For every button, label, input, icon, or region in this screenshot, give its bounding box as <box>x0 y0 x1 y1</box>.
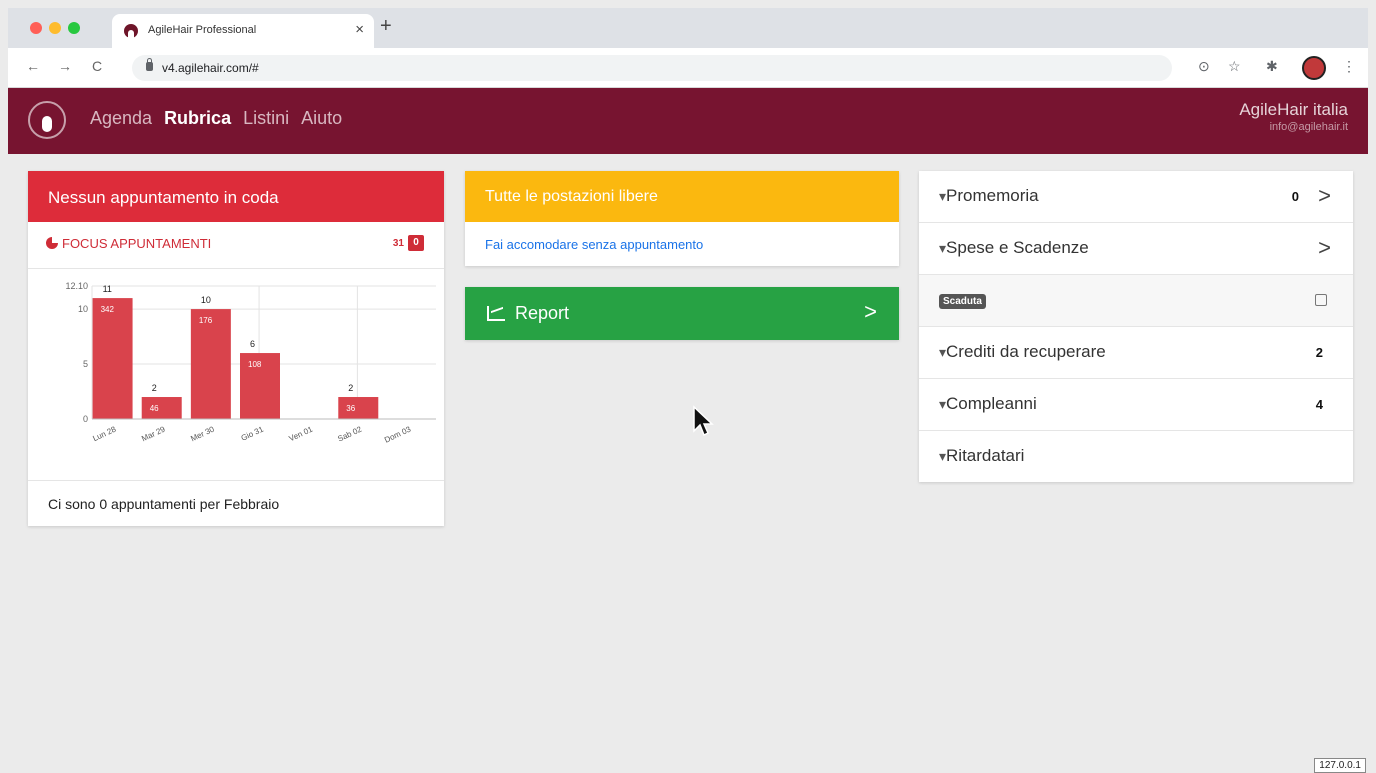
new-tab-button[interactable]: + <box>380 15 392 38</box>
reload-icon[interactable]: C <box>92 58 102 74</box>
focus-row[interactable]: FOCUS APPUNTAMENTI 31 0 <box>46 235 424 255</box>
maximize-window-button[interactable] <box>68 22 80 34</box>
bookmark-star-icon[interactable]: ☆ <box>1228 58 1241 75</box>
address-bar-row: ← → C v4.agilehair.com/# ⊙ ☆ ✱ ⋮ <box>8 48 1368 88</box>
browser-menu-icon[interactable]: ⋮ <box>1342 58 1356 75</box>
brand-email: info@agilehair.it <box>1269 121 1348 133</box>
chart-bar <box>338 397 379 419</box>
back-arrow-icon[interactable]: ← <box>26 58 40 74</box>
row-count: 2 <box>1315 345 1323 360</box>
x-tick-label: Gio 31 <box>240 424 266 442</box>
x-tick-label: Mer 30 <box>189 424 216 443</box>
chevron-right-icon: > <box>864 299 877 324</box>
bar-inner-label: 36 <box>346 404 355 413</box>
window-controls <box>30 22 80 34</box>
extensions-icon[interactable]: ✱ <box>1266 58 1278 75</box>
y-tick-label: 10 <box>78 304 88 314</box>
row-label: Compleanni <box>939 394 1037 414</box>
close-window-button[interactable] <box>30 22 42 34</box>
appointments-bar-chart: 0 5 10 12.10 342 11 Lun 28 46 2 Mar 29 176 10 Mer 30… <box>65 281 436 445</box>
expired-badge: Scaduta <box>939 294 986 309</box>
nav-rubrica[interactable]: Rubrica <box>164 108 231 129</box>
stations-card: Tutte le postazioni libere Fai accomodar… <box>465 171 899 266</box>
focus-label: FOCUS APPUNTAMENTI <box>62 236 212 251</box>
bar-inner-label: 342 <box>101 305 115 314</box>
row-label: Spese e Scadenze <box>939 238 1089 258</box>
brand-name: AgileHair italia <box>1239 100 1348 119</box>
bar-inner-label: 176 <box>199 316 213 325</box>
app-header: Agenda Rubrica Listini Aiuto AgileHair i… <box>8 88 1368 154</box>
main-nav: Agenda Rubrica Listini Aiuto <box>90 108 342 129</box>
chart-bar <box>190 309 231 419</box>
expired-checkbox[interactable] <box>1315 294 1327 306</box>
row-label: Crediti da recuperare <box>939 342 1106 362</box>
x-tick-label: Dom 03 <box>383 424 413 444</box>
bar-value-label: 2 <box>152 383 157 393</box>
x-tick-label: Sab 02 <box>336 424 363 443</box>
bar-inner-label: 108 <box>248 360 262 369</box>
line-chart-icon <box>487 306 505 321</box>
chart-bar <box>92 298 133 419</box>
divider <box>28 480 444 481</box>
browser-tab[interactable]: AgileHair Professional × <box>112 14 374 48</box>
focus-count: 31 <box>392 238 404 249</box>
x-tick-label: Ven 01 <box>288 424 315 443</box>
chevron-right-icon[interactable]: > <box>1318 235 1331 261</box>
favicon-icon <box>124 24 138 38</box>
close-tab-icon[interactable]: × <box>355 21 364 38</box>
bar-value-label: 6 <box>250 339 255 349</box>
y-tick-label: 0 <box>83 414 88 424</box>
app-logo[interactable] <box>28 101 66 139</box>
bar-value-label: 11 <box>103 284 112 294</box>
chevron-right-icon[interactable]: > <box>1318 183 1331 209</box>
row-crediti[interactable]: Crediti da recuperare 2 <box>919 327 1353 379</box>
url-field[interactable]: v4.agilehair.com/# <box>132 55 1172 81</box>
row-spese-scadenze[interactable]: Spese e Scadenze > <box>919 223 1353 275</box>
lock-icon <box>146 58 153 71</box>
host-address: 127.0.0.1 <box>1314 758 1366 773</box>
row-compleanni[interactable]: Compleanni 4 <box>919 379 1353 431</box>
x-tick-label: Mar 29 <box>140 424 167 443</box>
row-label: Ritardatari <box>939 446 1024 466</box>
tab-title: AgileHair Professional <box>148 24 257 36</box>
minimize-window-button[interactable] <box>49 22 61 34</box>
row-label: Promemoria <box>939 186 1039 206</box>
divider <box>28 268 444 269</box>
walk-in-link[interactable]: Fai accomodare senza appuntamento <box>485 237 703 252</box>
profile-avatar[interactable] <box>1302 56 1326 80</box>
account-info[interactable]: AgileHair italia info@agilehair.it <box>1239 100 1348 133</box>
mouse-cursor-icon <box>693 405 714 437</box>
row-count: 4 <box>1315 397 1323 412</box>
month-summary: Ci sono 0 appuntamenti per Febbraio <box>48 496 280 512</box>
appointments-queue-card: Nessun appuntamento in coda FOCUS APPUNT… <box>28 171 444 526</box>
pie-chart-icon <box>46 237 58 249</box>
row-promemoria[interactable]: Promemoria 0 > <box>919 171 1353 223</box>
nav-aiuto[interactable]: Aiuto <box>301 108 342 129</box>
queue-title: Nessun appuntamento in coda <box>28 171 444 222</box>
x-tick-label: Lun 28 <box>91 424 117 443</box>
reminders-panel: Promemoria 0 > Spese e Scadenze > Scadut… <box>919 171 1353 482</box>
y-tick-label: 5 <box>83 359 88 369</box>
forward-arrow-icon[interactable]: → <box>58 58 72 74</box>
url-text: v4.agilehair.com/# <box>162 61 259 75</box>
bar-value-label: 10 <box>201 295 211 305</box>
report-label: Report <box>515 303 570 323</box>
stations-title: Tutte le postazioni libere <box>465 171 899 222</box>
nav-agenda[interactable]: Agenda <box>90 108 152 129</box>
focus-badge: 0 <box>408 235 424 251</box>
y-tick-label: 12.10 <box>65 281 88 291</box>
report-button[interactable]: Report > <box>465 287 899 340</box>
nav-listini[interactable]: Listini <box>243 108 289 129</box>
cast-icon[interactable]: ⊙ <box>1198 58 1210 75</box>
browser-tab-bar: AgileHair Professional × + <box>8 8 1368 48</box>
row-scaduta: Scaduta <box>919 275 1353 327</box>
row-ritardatari[interactable]: Ritardatari <box>919 431 1353 483</box>
bar-inner-label: 46 <box>150 404 159 413</box>
row-count: 0 <box>1291 189 1299 204</box>
bar-value-label: 2 <box>348 383 353 393</box>
chart-bar <box>141 397 182 419</box>
